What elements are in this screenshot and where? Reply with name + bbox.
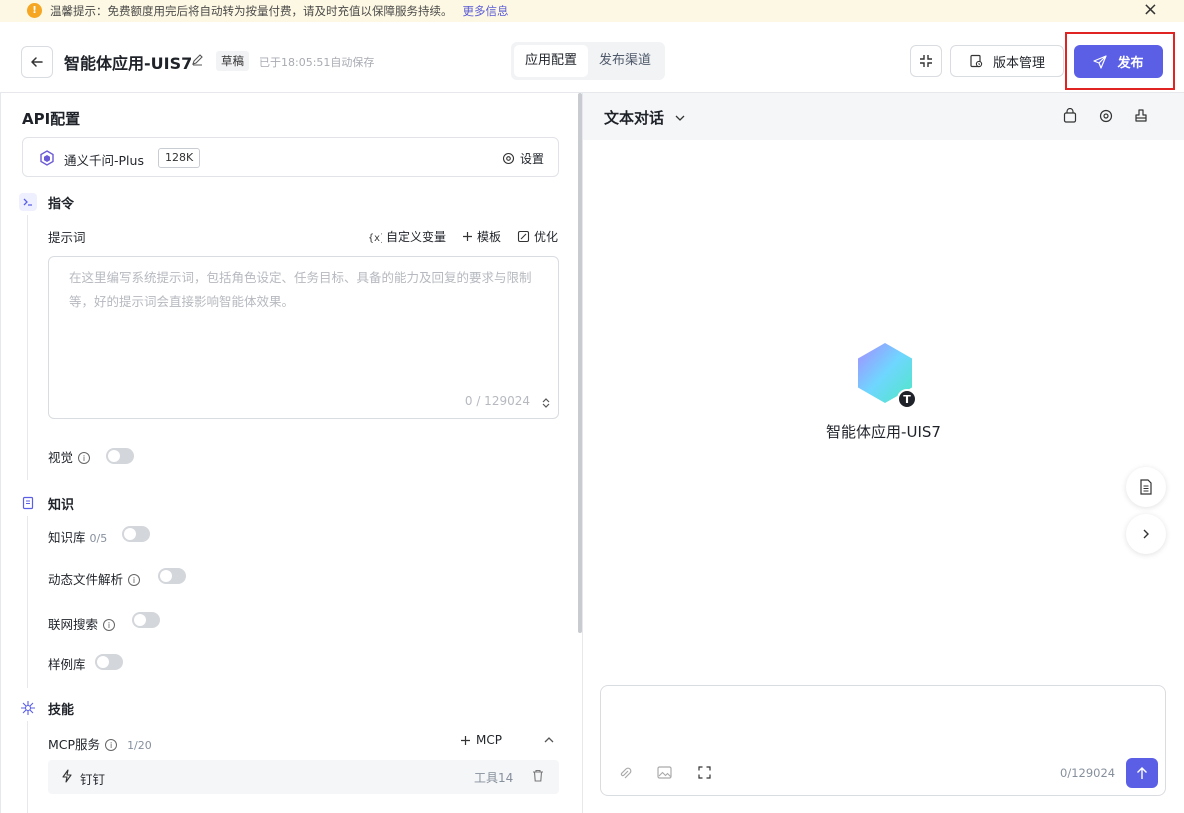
document-button[interactable] — [1126, 467, 1166, 507]
chevron-down-icon — [675, 115, 685, 121]
mode-dropdown[interactable]: 文本对话 — [604, 107, 686, 128]
mcp-service-label: MCP服务 i 1/20 — [48, 737, 152, 752]
info-icon[interactable]: i — [105, 739, 118, 751]
optimize-icon — [517, 230, 530, 243]
shrink-button[interactable] — [910, 45, 942, 77]
prompt-toolbar: {x} 自定义变量 模板 优化 — [352, 228, 558, 245]
chat-input[interactable]: 0/129024 — [600, 685, 1166, 796]
notice-more-link[interactable]: 更多信息 — [463, 3, 509, 19]
section-line — [27, 721, 28, 813]
svg-text:{x}: {x} — [368, 233, 382, 243]
resize-handle-icon[interactable] — [541, 397, 551, 409]
sample-lib-toggle[interactable] — [95, 654, 123, 670]
send-button[interactable] — [1126, 758, 1158, 788]
chat-char-count: 0/129024 — [1060, 766, 1116, 780]
mode-label: 文本对话 — [604, 109, 665, 127]
prompt-placeholder: 在这里编写系统提示词，包括角色设定、任务目标、具备的能力及回复的要求与限制等，好… — [69, 270, 532, 309]
fullscreen-icon[interactable] — [698, 766, 711, 779]
warning-icon: ! — [27, 3, 42, 18]
template-button[interactable]: 模板 — [462, 228, 501, 245]
plus-icon — [462, 232, 472, 241]
version-management-button[interactable]: 版本管理 — [950, 45, 1064, 77]
gear-icon — [502, 152, 515, 165]
sample-lib-label: 样例库 — [48, 657, 86, 672]
publish-button[interactable]: 发布 — [1074, 45, 1163, 78]
document-icon — [1140, 479, 1152, 495]
mcp-tool-name: 钉钉 — [80, 772, 106, 787]
arrow-up-icon — [1137, 767, 1147, 779]
version-icon — [970, 54, 983, 68]
info-icon[interactable]: i — [78, 452, 91, 464]
web-search-toggle[interactable] — [132, 612, 160, 628]
expand-button[interactable] — [1126, 514, 1166, 554]
book-icon — [19, 494, 37, 512]
avatar-badge: T — [897, 389, 917, 409]
vision-toggle[interactable] — [106, 448, 134, 464]
chevron-right-icon — [1143, 529, 1149, 539]
app-header: 智能体应用-UIS7 草稿 已于18:05:51自动保存 应用配置 发布渠道 版… — [0, 22, 1184, 93]
model-name: 通义千问-Plus — [64, 153, 144, 168]
chevron-up-icon[interactable] — [542, 733, 556, 747]
close-icon[interactable]: × — [1143, 1, 1158, 19]
section-line — [27, 516, 28, 688]
preview-panel: 文本对话 T 智能体应用-UIS7 0/129024 — [583, 93, 1184, 813]
model-selector[interactable]: 通义千问-Plus 128K 设置 — [22, 137, 559, 177]
qwen-logo-icon — [40, 150, 54, 166]
header-tabs: 应用配置 发布渠道 — [511, 42, 666, 80]
terminal-icon — [19, 193, 37, 211]
prompt-char-count: 0 / 129024 — [464, 394, 530, 408]
info-icon[interactable]: i — [103, 619, 116, 631]
trash-icon[interactable] — [532, 769, 544, 782]
mcp-tool-row[interactable]: 钉钉 工具14 — [48, 760, 559, 794]
section-title-knowledge: 知识 — [48, 498, 75, 513]
dynamic-file-toggle[interactable] — [158, 568, 186, 584]
plus-icon — [461, 735, 470, 745]
sparkle-icon — [19, 699, 37, 717]
notice-text: 温馨提示：免费额度用完后将自动转为按量付费，请及时充值以保障服务持续。 — [50, 4, 453, 18]
info-icon[interactable]: i — [128, 574, 141, 586]
pencil-icon[interactable] — [191, 53, 204, 66]
web-search-label: 联网搜索 i — [48, 614, 116, 633]
knowledge-base-label: 知识库 0/5 — [48, 530, 108, 545]
clear-icon[interactable] — [1133, 108, 1149, 124]
version-button-label: 版本管理 — [993, 55, 1046, 71]
autosave-text: 已于18:05:51自动保存 — [259, 56, 375, 69]
agent-name: 智能体应用-UIS7 — [826, 423, 941, 441]
config-panel: API配置 通义千问-Plus 128K 设置 指令 提示词 {x} 自定义变量… — [0, 93, 580, 813]
section-title-instruction: 指令 — [48, 197, 75, 212]
context-badge: 128K — [158, 148, 201, 168]
shrink-icon — [920, 55, 932, 67]
model-settings-button[interactable]: 设置 — [502, 150, 544, 167]
section-line — [27, 215, 28, 480]
status-badge: 草稿 — [216, 51, 249, 71]
notice-bar: ! 温馨提示：免费额度用完后将自动转为按量付费，请及时充值以保障服务持续。 更多… — [0, 0, 1184, 22]
knowledge-base-toggle[interactable] — [122, 526, 150, 542]
bag-icon[interactable] — [1062, 108, 1078, 124]
tab-app-config[interactable]: 应用配置 — [514, 45, 589, 77]
gear-icon[interactable] — [1098, 108, 1114, 124]
prompt-label: 提示词 — [48, 230, 86, 245]
image-icon[interactable] — [657, 766, 672, 779]
section-title-skills: 技能 — [48, 703, 75, 718]
section-title-api: API配置 — [22, 110, 81, 128]
mcp-tool-count: 工具14 — [474, 771, 514, 785]
lightning-icon — [62, 769, 72, 783]
model-settings-label: 设置 — [519, 152, 544, 166]
publish-button-label: 发布 — [1117, 56, 1144, 71]
tab-publish-channel[interactable]: 发布渠道 — [588, 45, 662, 77]
arrow-left-icon — [31, 57, 43, 67]
add-mcp-button[interactable]: MCP — [460, 733, 502, 747]
back-button[interactable] — [21, 46, 53, 78]
variable-icon: {x} — [368, 233, 382, 243]
dynamic-file-label: 动态文件解析 i — [48, 569, 141, 588]
preview-toolbar: 文本对话 — [583, 93, 1184, 140]
send-icon — [1093, 54, 1108, 69]
prompt-textarea[interactable]: 在这里编写系统提示词，包括角色设定、任务目标、具备的能力及回复的要求与限制等，好… — [48, 256, 559, 419]
vision-label: 视觉 i — [48, 447, 91, 466]
optimize-button[interactable]: 优化 — [517, 228, 558, 245]
page-title: 智能体应用-UIS7 — [64, 54, 193, 73]
custom-variable-button[interactable]: {x} 自定义变量 — [368, 228, 446, 245]
paperclip-icon[interactable] — [618, 766, 632, 780]
